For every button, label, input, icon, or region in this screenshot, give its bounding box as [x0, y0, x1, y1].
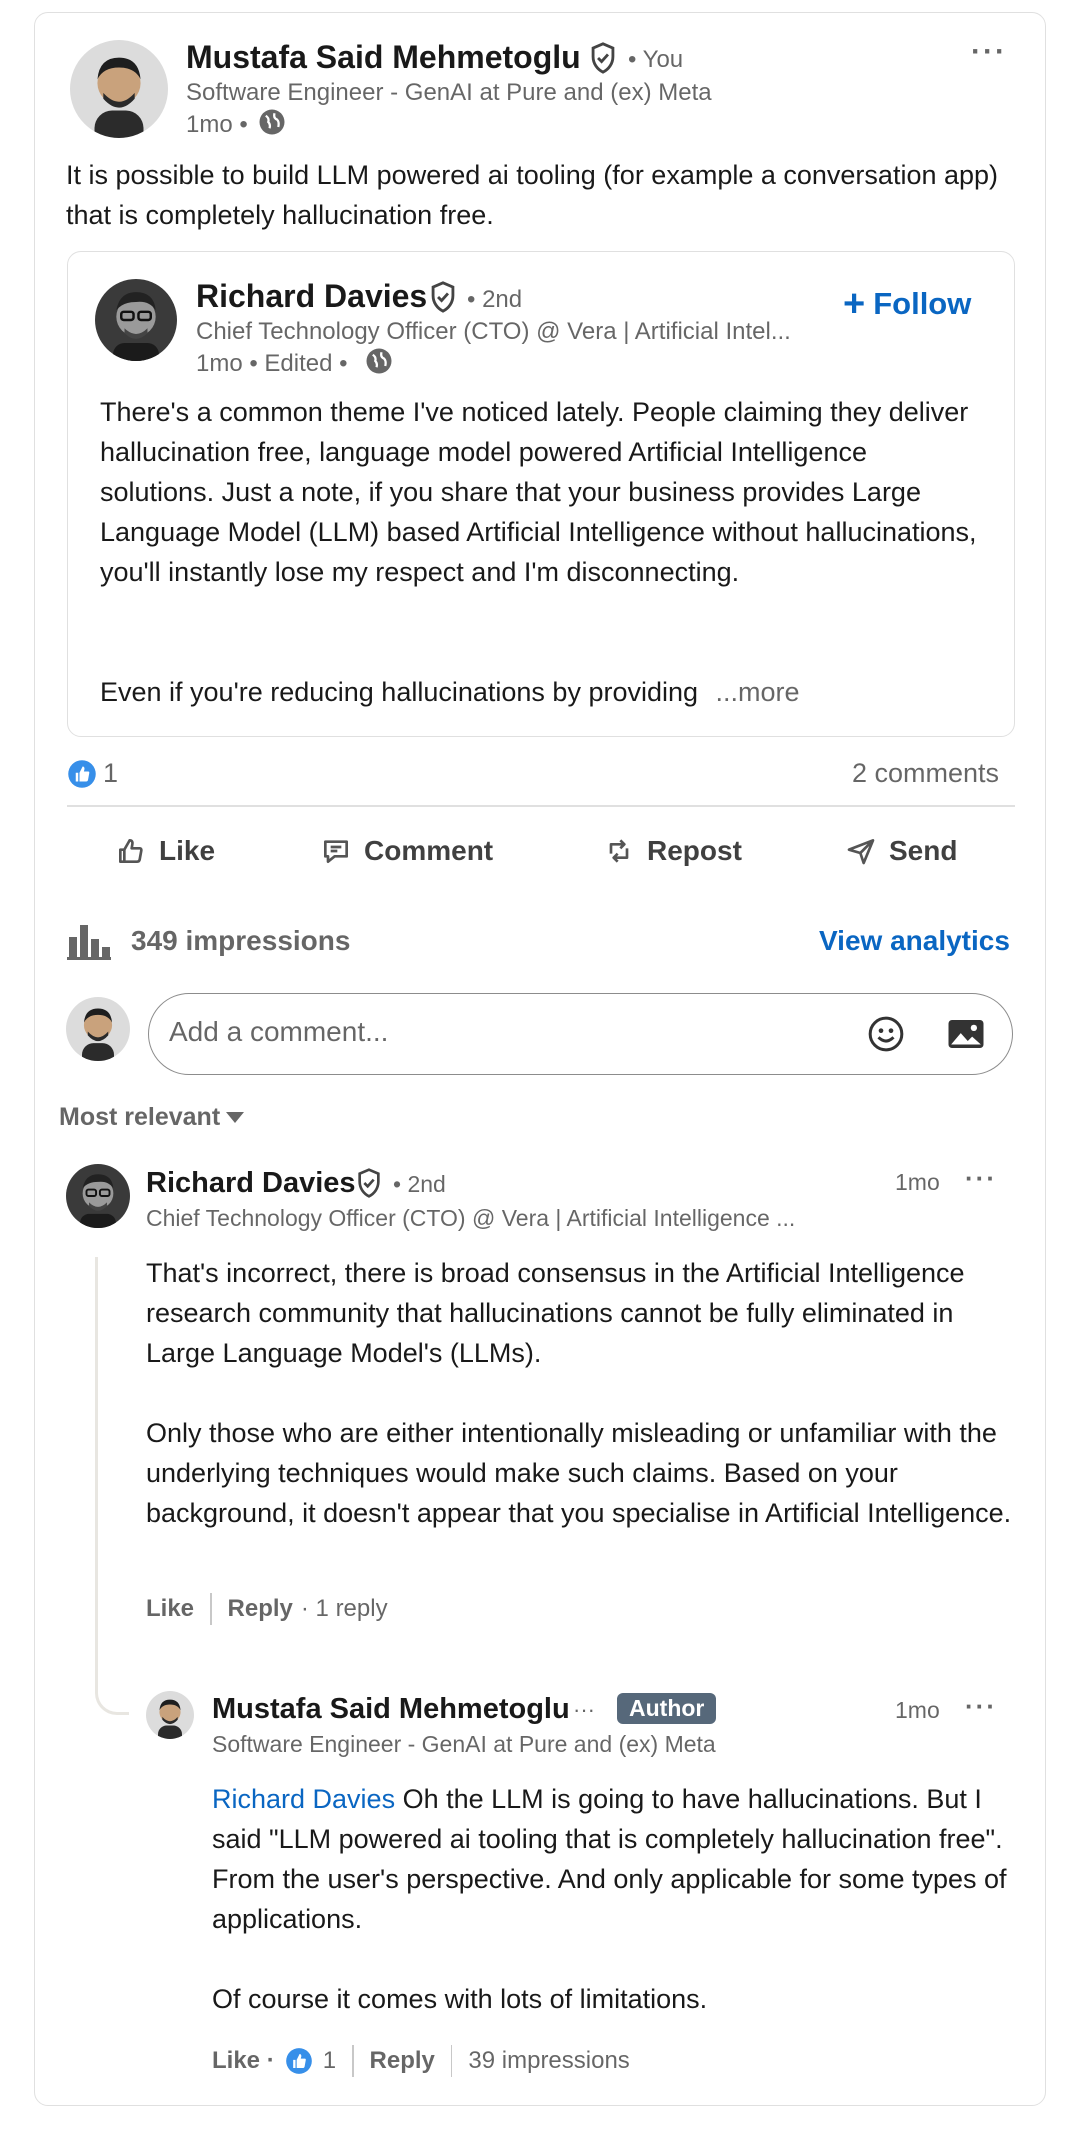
follow-label: Follow: [873, 286, 972, 321]
you-label: • You: [628, 46, 684, 73]
reply-author-avatar[interactable]: [146, 1691, 194, 1739]
comment-author-degree: • 2nd: [393, 1171, 446, 1197]
reply-like-button[interactable]: Like ·: [212, 2047, 275, 2075]
current-user-avatar: [66, 997, 130, 1061]
caret-down-icon: [226, 1112, 245, 1123]
like-reaction-icon[interactable]: [285, 2047, 313, 2075]
see-more-link[interactable]: ...more: [716, 677, 800, 707]
repost-author-name[interactable]: Richard Davies: [196, 278, 427, 315]
reply-reaction-count[interactable]: 1: [323, 2047, 336, 2075]
reply-author-name[interactable]: Mustafa Said Mehmetoglu: [212, 1693, 570, 1726]
analytics-bar-chart-icon: [67, 923, 111, 961]
post-time: 1mo •: [186, 111, 248, 138]
verified-icon: [586, 41, 620, 75]
post-overflow-menu-icon[interactable]: ···: [971, 35, 1007, 69]
comment-like-button[interactable]: Like: [146, 1595, 194, 1623]
reply-thread-line: [95, 1257, 129, 1715]
comments-count[interactable]: 2 comments: [852, 758, 999, 789]
post-author-headline: Software Engineer - GenAI at Pure and (e…: [186, 79, 712, 106]
comment-label: Comment: [364, 835, 494, 866]
reply-impressions[interactable]: 39 impressions: [468, 2047, 629, 2075]
comment-button[interactable]: Comment: [320, 835, 493, 867]
reply-reply-button[interactable]: Reply: [370, 2047, 435, 2075]
mention-link[interactable]: Richard Davies: [212, 1784, 395, 1814]
repost-time: 1mo • Edited •: [196, 350, 348, 377]
separator: [450, 2045, 453, 2077]
verified-icon: [426, 280, 460, 314]
repost-text-truncated: Even if you're reducing hallucinations b…: [100, 677, 699, 707]
sort-dropdown[interactable]: Most relevant: [59, 1103, 245, 1132]
reply-name-ellipsis: ···: [573, 1697, 595, 1722]
reposted-post[interactable]: Richard Davies • 2nd Chief Technology Of…: [67, 251, 1015, 737]
globe-icon: [364, 346, 394, 376]
comment-author-avatar[interactable]: [66, 1164, 130, 1228]
repost-degree: • 2nd: [467, 286, 523, 313]
comment-reply-button[interactable]: Reply: [228, 1595, 293, 1623]
comment-text-paragraph-2: Only those who are either intentionally …: [146, 1418, 1012, 1528]
comment-icon: [324, 840, 348, 863]
follow-button[interactable]: + Follow: [843, 283, 972, 325]
verified-icon: [353, 1167, 385, 1199]
repost-label: Repost: [647, 835, 742, 866]
social-divider: [67, 805, 1015, 807]
comment-overflow-menu-icon[interactable]: ···: [965, 1163, 997, 1194]
reply-text-paragraph-2: Of course it comes with lots of limitati…: [212, 1984, 708, 2014]
comment-actions: Like Reply · 1 reply: [146, 1593, 388, 1625]
impressions-count: 349 impressions: [131, 925, 351, 956]
reply-overflow-menu-icon[interactable]: ···: [965, 1691, 997, 1722]
repost-button[interactable]: Repost: [603, 835, 742, 867]
sort-label: Most relevant: [59, 1103, 221, 1131]
comment-time: 1mo: [895, 1169, 940, 1195]
author-badge: Author: [617, 1693, 717, 1724]
photo-icon[interactable]: [945, 1014, 987, 1054]
repost-text-paragraph-2: Even if you're reducing hallucinations b…: [100, 672, 980, 712]
globe-icon: [257, 107, 287, 137]
comment-reply-count[interactable]: · 1 reply: [301, 1595, 388, 1623]
repost-icon: [609, 839, 629, 863]
reply-actions: Like · 1 Reply 39 impressions: [212, 2045, 630, 2077]
comment-author-headline: Chief Technology Officer (CTO) @ Vera | …: [146, 1205, 796, 1231]
like-label: Like: [159, 835, 216, 866]
post-card: Mustafa Said Mehmetoglu • You Software E…: [34, 12, 1046, 2106]
add-comment-field[interactable]: Add a comment...: [148, 993, 1013, 1075]
repost-author-avatar[interactable]: [95, 279, 177, 361]
separator: [352, 2045, 354, 2077]
send-icon: [847, 839, 875, 865]
post-text: It is possible to build LLM powered ai t…: [66, 160, 999, 230]
emoji-icon[interactable]: [866, 1014, 906, 1054]
send-button[interactable]: Send: [845, 835, 957, 867]
reply-author-headline: Software Engineer - GenAI at Pure and (e…: [212, 1731, 716, 1757]
repost-text-paragraph-1: There's a common theme I've noticed late…: [100, 397, 977, 587]
like-reaction-icon[interactable]: [67, 759, 97, 789]
like-button[interactable]: Like: [115, 835, 215, 867]
reply-text-paragraph-1: Richard Davies Oh the LLM is going to ha…: [212, 1779, 1032, 1939]
comment-text-paragraph-1: That's incorrect, there is broad consens…: [146, 1258, 965, 1368]
plus-icon: +: [843, 283, 866, 325]
post-author-name[interactable]: Mustafa Said Mehmetoglu: [186, 39, 581, 76]
thumbs-up-icon: [119, 839, 143, 863]
comment-author-name[interactable]: Richard Davies: [146, 1167, 356, 1200]
reactions-count[interactable]: 1: [103, 758, 118, 789]
add-comment-placeholder: Add a comment...: [169, 1016, 389, 1047]
separator: [210, 1593, 212, 1625]
post-author-avatar[interactable]: [70, 40, 168, 138]
send-label: Send: [889, 835, 958, 866]
repost-author-headline: Chief Technology Officer (CTO) @ Vera | …: [196, 318, 791, 345]
reply-time: 1mo: [895, 1697, 940, 1723]
view-analytics-link[interactable]: View analytics: [819, 925, 1010, 957]
